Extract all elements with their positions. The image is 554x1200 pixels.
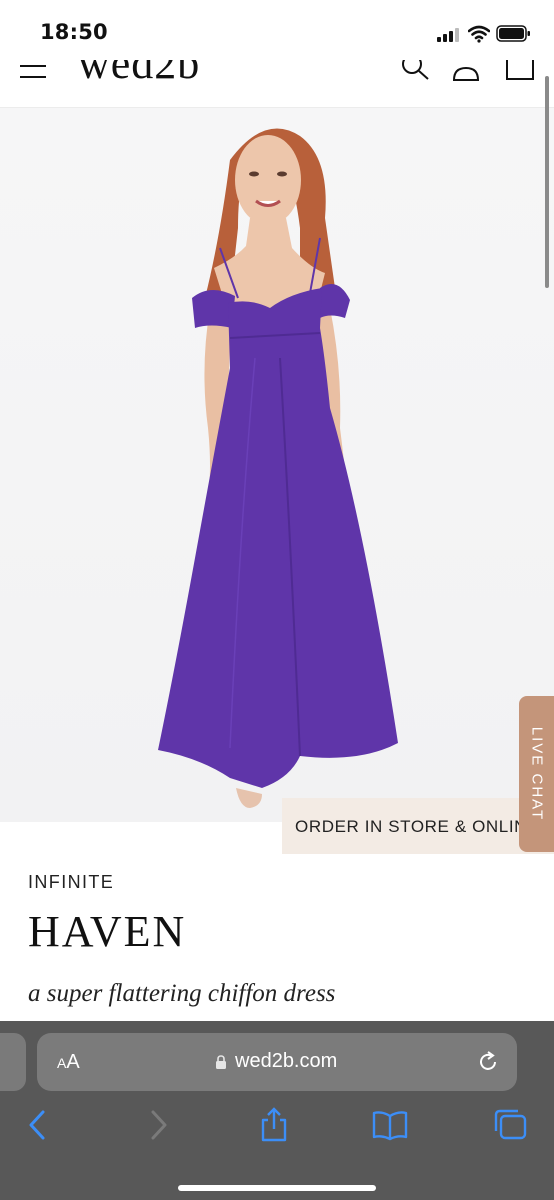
- address-bar[interactable]: AA wed2b.com: [37, 1033, 517, 1091]
- shopping-bag-icon[interactable]: [504, 60, 536, 82]
- battery-icon: [496, 25, 530, 42]
- site-logo[interactable]: wed2b: [78, 60, 200, 89]
- share-icon[interactable]: [256, 1107, 292, 1143]
- model-in-dress-illustration: [158, 128, 398, 808]
- order-in-store-badge: ORDER IN STORE & ONLINE: [282, 798, 554, 854]
- product-image[interactable]: [0, 108, 554, 822]
- status-bar: 18:50: [0, 0, 554, 60]
- previous-tab-preview[interactable]: [0, 1033, 26, 1091]
- product-tagline: a super flattering chiffon dress: [28, 980, 336, 1007]
- home-indicator[interactable]: [178, 1185, 376, 1191]
- tabs-icon[interactable]: [492, 1107, 528, 1143]
- hamburger-menu-icon[interactable]: [20, 64, 46, 84]
- search-icon[interactable]: [400, 60, 430, 82]
- browser-toolbar: AA wed2b.com: [0, 1021, 554, 1200]
- collection-name: INFINITE: [28, 872, 115, 892]
- chevron-left-icon[interactable]: [20, 1107, 56, 1143]
- lock-icon: [216, 1055, 226, 1069]
- text-size-button[interactable]: AA: [57, 1051, 80, 1074]
- account-icon[interactable]: [452, 60, 480, 82]
- order-badge-label: ORDER IN STORE & ONLINE: [295, 817, 539, 836]
- chevron-right-icon[interactable]: [140, 1107, 176, 1143]
- book-icon[interactable]: [372, 1107, 408, 1143]
- reload-icon[interactable]: [477, 1051, 499, 1073]
- scrollbar[interactable]: [545, 76, 549, 288]
- status-time: 18:50: [40, 20, 108, 44]
- wifi-icon: [468, 25, 490, 43]
- product-name: HAVEN: [28, 907, 187, 956]
- cellular-signal-icon: [437, 28, 463, 42]
- live-chat-button[interactable]: LIVE CHAT: [519, 696, 554, 852]
- live-chat-label: LIVE CHAT: [528, 726, 545, 822]
- site-header: wed2b: [0, 60, 554, 108]
- url-text[interactable]: wed2b.com: [235, 1050, 337, 1073]
